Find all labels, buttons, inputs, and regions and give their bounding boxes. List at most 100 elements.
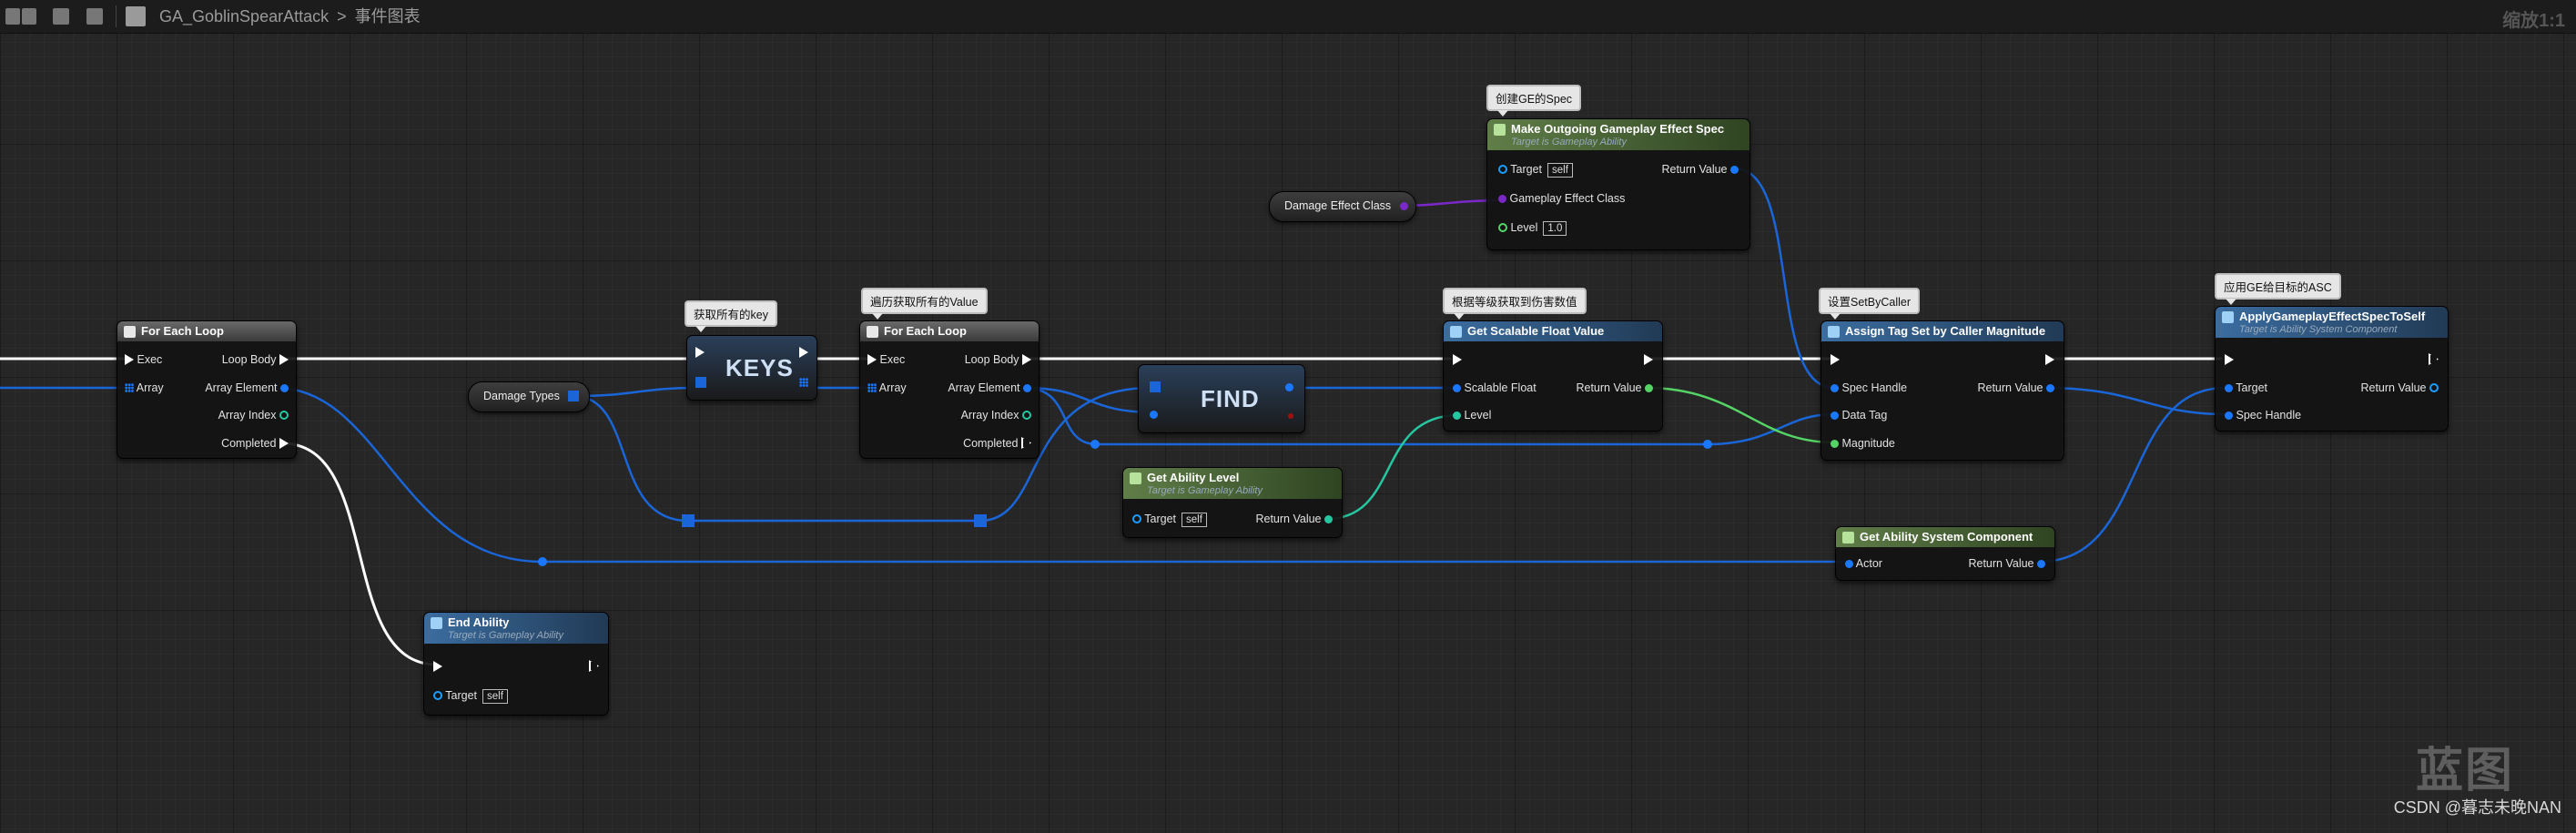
make-outgoing-spec-node[interactable]: Make Outgoing Gameplay Effect Spec Target… [1486, 118, 1750, 250]
array-element-pin[interactable]: Array Element [948, 381, 1031, 395]
return-value-pin[interactable]: Return Value [1576, 381, 1653, 395]
return-value-pin[interactable]: Return Value [2360, 381, 2439, 395]
function-icon [1450, 326, 1462, 338]
exec-in-pin[interactable] [1453, 352, 1462, 367]
completed-pin[interactable]: Completed [221, 436, 289, 451]
node-title: For Each Loop [884, 324, 967, 338]
target-pin[interactable]: Target self [1498, 162, 1573, 178]
exec-in-pin[interactable] [695, 345, 705, 360]
node-title: For Each Loop [141, 324, 224, 338]
map-in-pin[interactable] [695, 375, 706, 390]
end-ability-node[interactable]: End Ability Target is Gameplay Ability Ta… [423, 612, 609, 716]
function-icon [1842, 532, 1854, 543]
reroute-node[interactable] [682, 514, 695, 527]
return-value-pin[interactable]: Return Value [1661, 162, 1739, 177]
graph-toolbar: GA_GoblinSpearAttack > 事件图表 缩放1:1 [0, 0, 2576, 34]
function-icon [1494, 124, 1506, 136]
keys-node[interactable]: KEYS [686, 335, 817, 401]
comment-setbycaller[interactable]: 设置SetByCaller [1819, 288, 1920, 320]
comment-keys[interactable]: 获取所有的key [685, 300, 777, 332]
return-value-pin[interactable]: Return Value [1977, 381, 2054, 395]
node-subtitle: Target is Gameplay Ability [1147, 485, 1263, 496]
array-element-pin[interactable]: Array Element [205, 381, 289, 395]
data-tag-pin[interactable]: Data Tag [1831, 408, 1887, 422]
array-index-pin[interactable]: Array Index [961, 408, 1031, 422]
node-title: FIND [1201, 385, 1260, 412]
exec-in-pin[interactable] [2225, 352, 2234, 367]
level-pin[interactable]: Level 1.0 [1498, 220, 1567, 236]
array-index-pin[interactable]: Array Index [218, 408, 289, 422]
spec-wire [2042, 386, 2227, 416]
exec-in-pin[interactable] [1831, 352, 1840, 367]
node-title: ApplyGameplayEffectSpecToSelf [2239, 310, 2426, 323]
reroute-node[interactable] [974, 514, 987, 527]
back-icon[interactable] [53, 8, 69, 25]
value-out-pin[interactable] [1285, 380, 1293, 394]
forward-icon[interactable] [86, 8, 103, 25]
exec-out-pin[interactable] [1644, 352, 1653, 367]
level-pin[interactable]: Level [1453, 408, 1491, 422]
exec-out-pin[interactable] [2045, 352, 2054, 367]
actor-pin[interactable]: Actor [1845, 556, 1882, 571]
layout-icon[interactable] [22, 8, 36, 25]
return-value-pin[interactable]: Return Value [1968, 556, 2045, 571]
node-title: Assign Tag Set by Caller Magnitude [1845, 324, 2046, 338]
loop-body-pin[interactable]: Loop Body [965, 352, 1031, 367]
for-each-loop-node[interactable]: For Each Loop Exec Array Loop Body Array… [117, 320, 297, 459]
comment-damage[interactable]: 根据等级获取到伤害数值 [1443, 288, 1587, 320]
scalable-float-pin[interactable]: Scalable Float [1453, 381, 1536, 395]
exec-out-pin[interactable] [799, 345, 808, 360]
breadcrumb-asset[interactable]: GA_GoblinSpearAttack [159, 7, 329, 25]
array-in-pin[interactable]: Array [125, 381, 164, 395]
level-input[interactable]: 1.0 [1543, 221, 1567, 236]
effect-class-pin[interactable]: Gameplay Effect Class [1498, 191, 1625, 206]
function-icon [431, 617, 442, 629]
key-in-pin[interactable] [1150, 407, 1158, 422]
for-each-loop-node[interactable]: For Each Loop Exec Array Loop Body Array… [859, 320, 1040, 459]
magnitude-pin[interactable]: Magnitude [1831, 436, 1895, 451]
map-in-pin[interactable] [1150, 380, 1161, 394]
spec-handle-pin[interactable]: Spec Handle [2225, 408, 2301, 422]
self-input[interactable]: self [482, 689, 508, 704]
comment-values[interactable]: 遍历获取所有的Value [861, 288, 988, 320]
comment-apply[interactable]: 应用GE给目标的ASC [2215, 273, 2341, 305]
breadcrumb: GA_GoblinSpearAttack > 事件图表 [159, 5, 421, 27]
self-input[interactable]: self [1547, 163, 1573, 178]
target-pin[interactable]: Target [2225, 381, 2267, 395]
damage-effect-class-variable[interactable]: Damage Effect Class [1269, 191, 1416, 222]
damage-types-variable[interactable]: Damage Types [468, 381, 590, 412]
get-scalable-float-node[interactable]: Get Scalable Float Value Scalable Float … [1443, 320, 1663, 432]
target-pin[interactable]: Target self [433, 688, 508, 704]
assign-tag-set-by-caller-node[interactable]: Assign Tag Set by Caller Magnitude Spec … [1820, 320, 2064, 461]
loop-body-pin[interactable]: Loop Body [222, 352, 289, 367]
apply-gameplay-effect-node[interactable]: ApplyGameplayEffectSpecToSelf Target is A… [2215, 306, 2449, 432]
reroute-node[interactable] [1090, 440, 1100, 449]
completed-pin[interactable]: Completed [963, 436, 1031, 451]
exec-out-pin[interactable] [589, 659, 599, 674]
breadcrumb-separator: > [337, 7, 347, 25]
spec-handle-pin[interactable]: Spec Handle [1831, 381, 1907, 395]
get-ability-level-node[interactable]: Get Ability Level Target is Gameplay Abil… [1122, 467, 1343, 538]
exec-out-pin[interactable] [2429, 352, 2439, 367]
find-wire [1022, 386, 1158, 414]
find-node[interactable]: FIND [1138, 364, 1305, 433]
keys-out-pin[interactable] [799, 375, 808, 390]
watermark-text: CSDN @暮志未晚NAN [2393, 798, 2561, 817]
found-out-pin[interactable] [1288, 407, 1293, 422]
layout-icon[interactable] [5, 8, 20, 25]
function-icon [1130, 472, 1141, 484]
target-pin[interactable]: Target self [1132, 512, 1207, 527]
reroute-node[interactable] [1703, 440, 1712, 449]
get-ability-system-component-node[interactable]: Get Ability System Component Actor Retur… [1835, 526, 2055, 581]
reroute-node[interactable] [538, 557, 547, 566]
self-input[interactable]: self [1182, 513, 1207, 527]
breadcrumb-graph[interactable]: 事件图表 [355, 7, 421, 25]
exec-in-pin[interactable]: Exec [867, 352, 905, 367]
exec-in-pin[interactable]: Exec [125, 352, 162, 367]
array-in-pin[interactable]: Array [867, 381, 907, 395]
exec-in-pin[interactable] [433, 659, 442, 674]
return-value-pin[interactable]: Return Value [1255, 512, 1333, 526]
comment-spec[interactable]: 创建GE的Spec [1486, 85, 1582, 117]
blueprint-logo: 蓝图 [2415, 745, 2514, 797]
zoom-level: 缩放1:1 [2502, 11, 2565, 31]
